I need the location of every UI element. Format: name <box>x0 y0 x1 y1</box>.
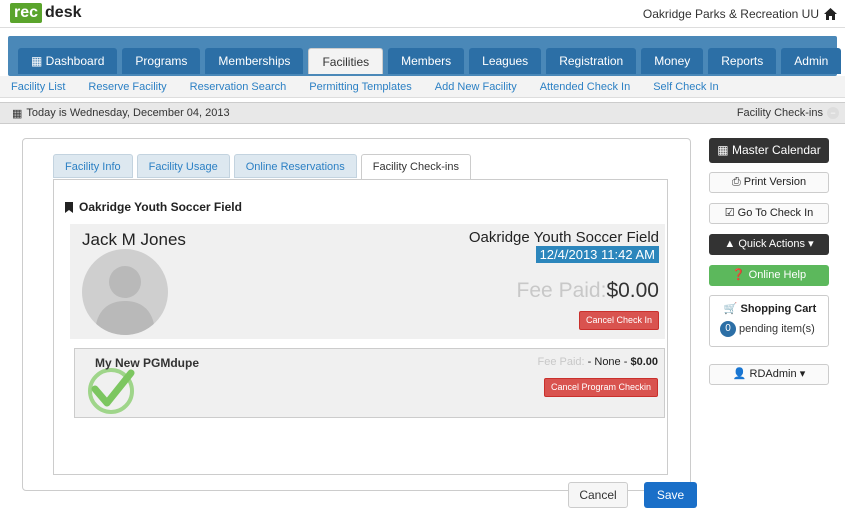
checkin-card: Jack M Jones Oakridge Youth Soccer Field… <box>70 224 665 339</box>
program-fee-label: Fee Paid: <box>537 356 585 368</box>
today-date: Today is Wednesday, December 04, 2013 <box>26 107 230 119</box>
sub-nav: Facility List Reserve Facility Reservati… <box>0 76 845 98</box>
cart-icon: 🛒 <box>723 303 738 315</box>
caret-down-icon: ▾ <box>799 368 806 380</box>
save-button[interactable]: Save <box>644 482 697 508</box>
person-name: Jack M Jones <box>82 230 186 249</box>
dashboard-icon: ▦ <box>31 54 46 68</box>
shopping-cart[interactable]: 🛒 Shopping Cart 0 pending item(s) <box>709 295 829 347</box>
facility-title-label: Oakridge Youth Soccer Field <box>79 200 242 214</box>
program-fee: Fee Paid: - None - $0.00 <box>538 356 659 368</box>
organization-name[interactable]: Oakridge Parks & Recreation UU <box>643 7 837 21</box>
tab-content: Oakridge Youth Soccer Field Jack M Jones… <box>53 179 697 508</box>
calendar-icon: ▦ <box>12 107 23 120</box>
tab-facility-info[interactable]: Facility Info <box>53 154 133 178</box>
program-checkin: My New PGMdupe Fee Paid: - None - $0.00 … <box>74 348 665 418</box>
user-menu-button[interactable]: 👤 RDAdmin ▾ <box>709 364 829 385</box>
org-label: Oakridge Parks & Recreation UU <box>642 7 819 21</box>
nav-tab-dashboard[interactable]: ▦ Dashboard <box>18 48 118 74</box>
print-icon: ⎙ <box>731 176 741 188</box>
subnav-self-check-in[interactable]: Self Check In <box>653 81 718 93</box>
top-bar: rec desk Oakridge Parks & Recreation UU <box>0 0 845 28</box>
tab-facility-usage[interactable]: Facility Usage <box>136 154 230 178</box>
cart-pending-label: pending item(s) <box>739 323 815 335</box>
fee-paid-value: $0.00 <box>606 279 659 302</box>
tab-online-reservations[interactable]: Online Reservations <box>233 154 357 178</box>
nav-tab-memberships[interactable]: Memberships <box>205 48 304 74</box>
nav-tab-money[interactable]: Money <box>641 48 704 74</box>
subnav-permitting-templates[interactable]: Permitting Templates <box>309 81 412 93</box>
main-panel: Facility Info Facility Usage Online Rese… <box>22 138 697 508</box>
cancel-button[interactable]: Cancel <box>568 482 628 508</box>
subnav-reserve-facility[interactable]: Reserve Facility <box>88 81 166 93</box>
go-to-check-in-button[interactable]: ☑ Go To Check In <box>709 203 829 224</box>
print-version-button[interactable]: ⎙ Print Version <box>709 172 829 193</box>
date-bar: ▦ Today is Wednesday, December 04, 2013 … <box>0 102 845 124</box>
user-icon: 👤 <box>732 368 747 380</box>
main-nav: ▦ Dashboard Programs Memberships Facilit… <box>8 36 842 76</box>
checkbox-icon: ☑ <box>724 207 735 219</box>
facility-title: Oakridge Youth Soccer Field <box>65 200 242 214</box>
calendar-icon: ▦ <box>717 143 729 157</box>
subnav-attended-check-in[interactable]: Attended Check In <box>540 81 631 93</box>
cart-pending: 0 pending item(s) <box>720 321 815 337</box>
nav-tab-facilities[interactable]: Facilities <box>308 48 384 74</box>
nav-tab-programs[interactable]: Programs <box>122 48 201 74</box>
bookmark-icon <box>65 201 73 213</box>
chevron-circle-icon[interactable]: − <box>827 107 839 119</box>
master-calendar-button[interactable]: ▦ Master Calendar <box>709 138 829 163</box>
subnav-add-new-facility[interactable]: Add New Facility <box>435 81 517 93</box>
nav-tab-members[interactable]: Members <box>388 48 465 74</box>
subnav-reservation-search[interactable]: Reservation Search <box>190 81 287 93</box>
panel-tabs: Facility Info Facility Usage Online Rese… <box>53 154 471 180</box>
cart-title: 🛒 Shopping Cart <box>723 303 817 315</box>
nav-tab-leagues[interactable]: Leagues <box>469 48 542 74</box>
person-silhouette-icon <box>95 266 155 335</box>
avatar <box>82 249 168 335</box>
cancel-program-checkin-button[interactable]: Cancel Program Checkin <box>543 378 658 397</box>
fee-paid: Fee Paid:$0.00 <box>517 279 659 303</box>
fire-icon: ▲ <box>724 238 736 250</box>
program-fee-none: - None - <box>587 356 628 368</box>
program-name: My New PGMdupe <box>95 356 200 370</box>
online-help-button[interactable]: ❓ Online Help <box>709 265 829 286</box>
checkin-facility: Oakridge Youth Soccer Field <box>468 229 659 246</box>
nav-tab-registration[interactable]: Registration <box>546 48 637 74</box>
logo-desk: desk <box>45 4 82 21</box>
section-label: Facility Check-ins <box>736 107 823 119</box>
cancel-check-in-button[interactable]: Cancel Check In <box>578 311 659 330</box>
fee-paid-label: Fee Paid: <box>516 279 607 302</box>
logo-rec: rec <box>10 3 43 23</box>
checkin-datetime: 12/4/2013 11:42 AM <box>535 246 659 263</box>
nav-tab-admin[interactable]: Admin <box>781 48 842 74</box>
quick-actions-button[interactable]: ▲ Quick Actions ▾ <box>709 234 829 255</box>
program-fee-value: $0.00 <box>630 356 658 368</box>
question-icon: ❓ <box>731 269 746 281</box>
home-icon[interactable] <box>824 8 837 20</box>
caret-down-icon: ▾ <box>808 238 814 250</box>
subnav-facility-list[interactable]: Facility List <box>11 81 65 93</box>
cart-count-badge: 0 <box>720 321 736 337</box>
recdesk-logo[interactable]: rec desk <box>10 3 82 23</box>
tab-facility-checkins[interactable]: Facility Check-ins <box>360 154 471 180</box>
nav-tab-reports[interactable]: Reports <box>708 48 777 74</box>
